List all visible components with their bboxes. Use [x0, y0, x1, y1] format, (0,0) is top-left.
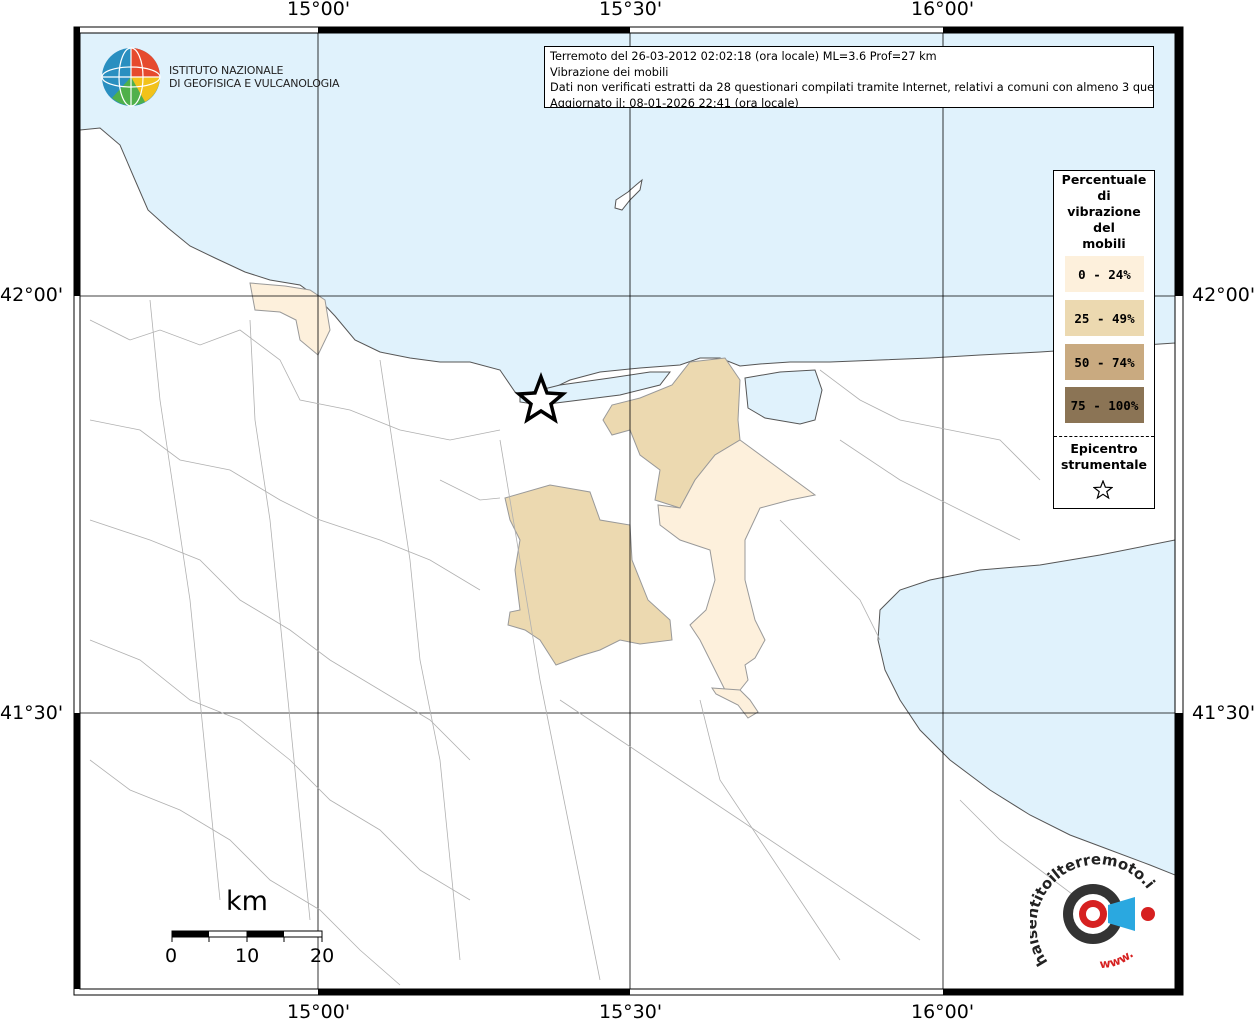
earthquake-info-box: Terremoto del 26-03-2012 02:02:18 (ora l… — [544, 46, 1154, 108]
lon-label-top-15-30: 15°30' — [599, 0, 663, 20]
scale-unit: km — [226, 886, 268, 917]
lon-label-top-15-00: 15°00' — [287, 0, 351, 20]
legend-item-25-49: 25 - 49% — [1065, 300, 1144, 336]
legend-epicenter-label: Epicentro strumentale — [1060, 441, 1148, 472]
legend-item-0-24: 0 - 24% — [1065, 256, 1144, 292]
lon-label-bottom-15-30: 15°30' — [599, 1001, 663, 1023]
brand-www-text: www. — [1099, 947, 1136, 971]
legend-item-50-74: 50 - 74% — [1065, 344, 1144, 380]
info-line-3: Dati non verificati estratti da 28 quest… — [550, 81, 1154, 94]
ingv-line-1: ISTITUTO NAZIONALE — [169, 64, 284, 77]
lat-label-left-41-30: 41°30' — [0, 702, 64, 724]
lat-label-right-42-00: 42°00' — [1192, 284, 1256, 306]
lat-label-left-42-00: 42°00' — [0, 284, 64, 306]
scale-tick-0: 0 — [165, 945, 178, 967]
ingv-line-2: DI GEOFISICA E VULCANOLOGIA — [169, 77, 340, 90]
svg-text:haisentitoilterremoto.it: haisentitoilterremoto.it — [1030, 850, 1159, 969]
haisentito-brand-text: haisentitoilterremoto.it www. — [1030, 850, 1159, 971]
brand-main-text: haisentitoilterremoto.it — [1030, 850, 1159, 969]
info-line-1: Terremoto del 26-03-2012 02:02:18 (ora l… — [550, 50, 937, 63]
legend-star-icon — [1093, 480, 1113, 500]
ingv-logo-text: ISTITUTO NAZIONALE DI GEOFISICA E VULCAN… — [169, 64, 340, 90]
legend: Percentuale di vibrazione del mobili 0 -… — [1053, 170, 1155, 509]
legend-divider — [1054, 436, 1154, 437]
scale-tick-10: 10 — [235, 945, 260, 967]
legend-title: Percentuale di vibrazione del mobili — [1061, 172, 1147, 251]
svg-text:www.: www. — [1099, 947, 1136, 971]
lon-label-bottom-15-00: 15°00' — [287, 1001, 351, 1023]
info-line-4: Aggiornato il: 08-01-2026 22:41 (ora loc… — [550, 96, 799, 108]
lon-label-top-16-00: 16°00' — [911, 0, 975, 20]
lat-label-right-41-30: 41°30' — [1192, 702, 1256, 724]
info-line-2: Vibrazione dei mobili — [550, 65, 669, 79]
scale-tick-20: 20 — [310, 945, 335, 967]
legend-item-75-100: 75 - 100% — [1065, 387, 1144, 423]
ingv-logo-icon — [101, 47, 161, 107]
lon-label-bottom-16-00: 16°00' — [911, 1001, 975, 1023]
